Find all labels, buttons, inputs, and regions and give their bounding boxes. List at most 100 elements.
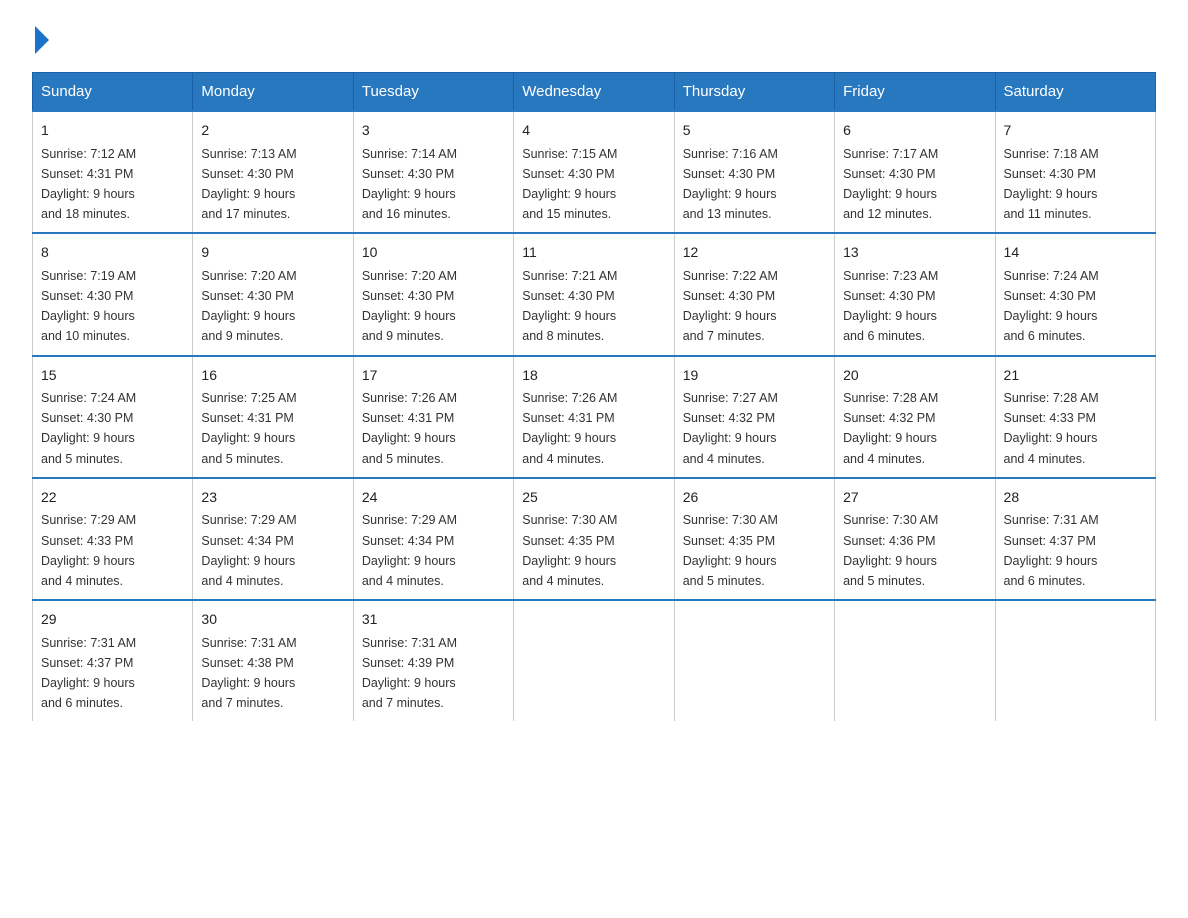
calendar-cell: 4 Sunrise: 7:15 AMSunset: 4:30 PMDaylight… [514, 111, 674, 233]
calendar-cell: 31Sunrise: 7:31 AMSunset: 4:39 PMDayligh… [353, 600, 513, 721]
calendar-cell: 11 Sunrise: 7:21 AMSunset: 4:30 PMDayligh… [514, 233, 674, 355]
week-row-5: 29Sunrise: 7:31 AMSunset: 4:37 PMDayligh… [33, 600, 1156, 721]
day-info: Sunrise: 7:27 AMSunset: 4:32 PMDaylight:… [683, 391, 778, 465]
day-info: Sunrise: 7:30 AMSunset: 4:36 PMDaylight:… [843, 513, 938, 587]
day-number: 3 [362, 120, 505, 142]
logo [32, 24, 49, 54]
day-number: 5 [683, 120, 826, 142]
day-info: Sunrise: 7:26 AMSunset: 4:31 PMDaylight:… [362, 391, 457, 465]
day-number: 23 [201, 487, 344, 509]
calendar-cell: 29Sunrise: 7:31 AMSunset: 4:37 PMDayligh… [33, 600, 193, 721]
day-number: 9 [201, 242, 344, 264]
day-info: Sunrise: 7:24 AMSunset: 4:30 PMDaylight:… [1004, 269, 1099, 343]
calendar-cell: 8 Sunrise: 7:19 AMSunset: 4:30 PMDaylight… [33, 233, 193, 355]
calendar-cell [835, 600, 995, 721]
day-number: 25 [522, 487, 665, 509]
day-info: Sunrise: 7:26 AMSunset: 4:31 PMDaylight:… [522, 391, 617, 465]
day-info: Sunrise: 7:15 AMSunset: 4:30 PMDaylight:… [522, 147, 617, 221]
week-row-3: 15 Sunrise: 7:24 AMSunset: 4:30 PMDayligh… [33, 356, 1156, 478]
day-number: 6 [843, 120, 986, 142]
day-number: 12 [683, 242, 826, 264]
calendar-cell: 27 Sunrise: 7:30 AMSunset: 4:36 PMDayligh… [835, 478, 995, 600]
day-number: 13 [843, 242, 986, 264]
day-number: 26 [683, 487, 826, 509]
day-number: 24 [362, 487, 505, 509]
header-thursday: Thursday [674, 73, 834, 112]
calendar-cell [514, 600, 674, 721]
day-number: 19 [683, 365, 826, 387]
calendar-header-row: SundayMondayTuesdayWednesdayThursdayFrid… [33, 73, 1156, 112]
day-number: 18 [522, 365, 665, 387]
calendar-cell: 18 Sunrise: 7:26 AMSunset: 4:31 PMDayligh… [514, 356, 674, 478]
day-number: 10 [362, 242, 505, 264]
day-number: 28 [1004, 487, 1147, 509]
calendar-table: SundayMondayTuesdayWednesdayThursdayFrid… [32, 72, 1156, 721]
day-info: Sunrise: 7:23 AMSunset: 4:30 PMDaylight:… [843, 269, 938, 343]
day-info: Sunrise: 7:19 AMSunset: 4:30 PMDaylight:… [41, 269, 136, 343]
day-info: Sunrise: 7:20 AMSunset: 4:30 PMDaylight:… [201, 269, 296, 343]
day-number: 8 [41, 242, 184, 264]
calendar-cell: 17 Sunrise: 7:26 AMSunset: 4:31 PMDayligh… [353, 356, 513, 478]
day-number: 17 [362, 365, 505, 387]
calendar-cell: 15 Sunrise: 7:24 AMSunset: 4:30 PMDayligh… [33, 356, 193, 478]
day-info: Sunrise: 7:12 AMSunset: 4:31 PMDaylight:… [41, 147, 136, 221]
day-info: Sunrise: 7:31 AMSunset: 4:38 PMDaylight:… [201, 636, 296, 710]
day-number: 20 [843, 365, 986, 387]
calendar-cell: 28 Sunrise: 7:31 AMSunset: 4:37 PMDayligh… [995, 478, 1155, 600]
week-row-1: 1 Sunrise: 7:12 AMSunset: 4:31 PMDaylight… [33, 111, 1156, 233]
header-saturday: Saturday [995, 73, 1155, 112]
calendar-cell: 2Sunrise: 7:13 AMSunset: 4:30 PMDaylight… [193, 111, 353, 233]
calendar-cell: 19 Sunrise: 7:27 AMSunset: 4:32 PMDayligh… [674, 356, 834, 478]
calendar-cell: 10Sunrise: 7:20 AMSunset: 4:30 PMDayligh… [353, 233, 513, 355]
calendar-cell: 24 Sunrise: 7:29 AMSunset: 4:34 PMDayligh… [353, 478, 513, 600]
day-number: 16 [201, 365, 344, 387]
day-info: Sunrise: 7:14 AMSunset: 4:30 PMDaylight:… [362, 147, 457, 221]
day-info: Sunrise: 7:30 AMSunset: 4:35 PMDaylight:… [522, 513, 617, 587]
day-number: 2 [201, 120, 344, 142]
day-info: Sunrise: 7:24 AMSunset: 4:30 PMDaylight:… [41, 391, 136, 465]
day-number: 4 [522, 120, 665, 142]
day-number: 30 [201, 609, 344, 631]
calendar-cell: 21Sunrise: 7:28 AMSunset: 4:33 PMDayligh… [995, 356, 1155, 478]
header-wednesday: Wednesday [514, 73, 674, 112]
day-info: Sunrise: 7:31 AMSunset: 4:37 PMDaylight:… [1004, 513, 1099, 587]
day-number: 27 [843, 487, 986, 509]
calendar-cell: 16 Sunrise: 7:25 AMSunset: 4:31 PMDayligh… [193, 356, 353, 478]
day-info: Sunrise: 7:29 AMSunset: 4:34 PMDaylight:… [362, 513, 457, 587]
calendar-cell: 9 Sunrise: 7:20 AMSunset: 4:30 PMDaylight… [193, 233, 353, 355]
day-info: Sunrise: 7:28 AMSunset: 4:33 PMDaylight:… [1004, 391, 1099, 465]
calendar-cell [674, 600, 834, 721]
day-number: 11 [522, 242, 665, 264]
day-info: Sunrise: 7:18 AMSunset: 4:30 PMDaylight:… [1004, 147, 1099, 221]
calendar-cell: 22 Sunrise: 7:29 AMSunset: 4:33 PMDayligh… [33, 478, 193, 600]
day-info: Sunrise: 7:29 AMSunset: 4:33 PMDaylight:… [41, 513, 136, 587]
week-row-2: 8 Sunrise: 7:19 AMSunset: 4:30 PMDaylight… [33, 233, 1156, 355]
calendar-cell: 6 Sunrise: 7:17 AMSunset: 4:30 PMDaylight… [835, 111, 995, 233]
day-info: Sunrise: 7:28 AMSunset: 4:32 PMDaylight:… [843, 391, 938, 465]
week-row-4: 22 Sunrise: 7:29 AMSunset: 4:33 PMDayligh… [33, 478, 1156, 600]
calendar-cell: 25 Sunrise: 7:30 AMSunset: 4:35 PMDayligh… [514, 478, 674, 600]
calendar-cell: 20 Sunrise: 7:28 AMSunset: 4:32 PMDayligh… [835, 356, 995, 478]
header-monday: Monday [193, 73, 353, 112]
day-info: Sunrise: 7:21 AMSunset: 4:30 PMDaylight:… [522, 269, 617, 343]
day-number: 15 [41, 365, 184, 387]
page-header [32, 24, 1156, 54]
logo-arrow-icon [35, 26, 49, 54]
day-info: Sunrise: 7:25 AMSunset: 4:31 PMDaylight:… [201, 391, 296, 465]
header-sunday: Sunday [33, 73, 193, 112]
day-number: 29 [41, 609, 184, 631]
day-info: Sunrise: 7:22 AMSunset: 4:30 PMDaylight:… [683, 269, 778, 343]
calendar-cell: 23 Sunrise: 7:29 AMSunset: 4:34 PMDayligh… [193, 478, 353, 600]
calendar-cell: 30 Sunrise: 7:31 AMSunset: 4:38 PMDayligh… [193, 600, 353, 721]
day-number: 14 [1004, 242, 1147, 264]
day-info: Sunrise: 7:16 AMSunset: 4:30 PMDaylight:… [683, 147, 778, 221]
header-friday: Friday [835, 73, 995, 112]
calendar-cell: 3 Sunrise: 7:14 AMSunset: 4:30 PMDaylight… [353, 111, 513, 233]
day-number: 22 [41, 487, 184, 509]
day-info: Sunrise: 7:29 AMSunset: 4:34 PMDaylight:… [201, 513, 296, 587]
calendar-cell: 12 Sunrise: 7:22 AMSunset: 4:30 PMDayligh… [674, 233, 834, 355]
calendar-cell: 13 Sunrise: 7:23 AMSunset: 4:30 PMDayligh… [835, 233, 995, 355]
day-info: Sunrise: 7:17 AMSunset: 4:30 PMDaylight:… [843, 147, 938, 221]
day-number: 1 [41, 120, 184, 142]
calendar-cell: 7Sunrise: 7:18 AMSunset: 4:30 PMDaylight… [995, 111, 1155, 233]
